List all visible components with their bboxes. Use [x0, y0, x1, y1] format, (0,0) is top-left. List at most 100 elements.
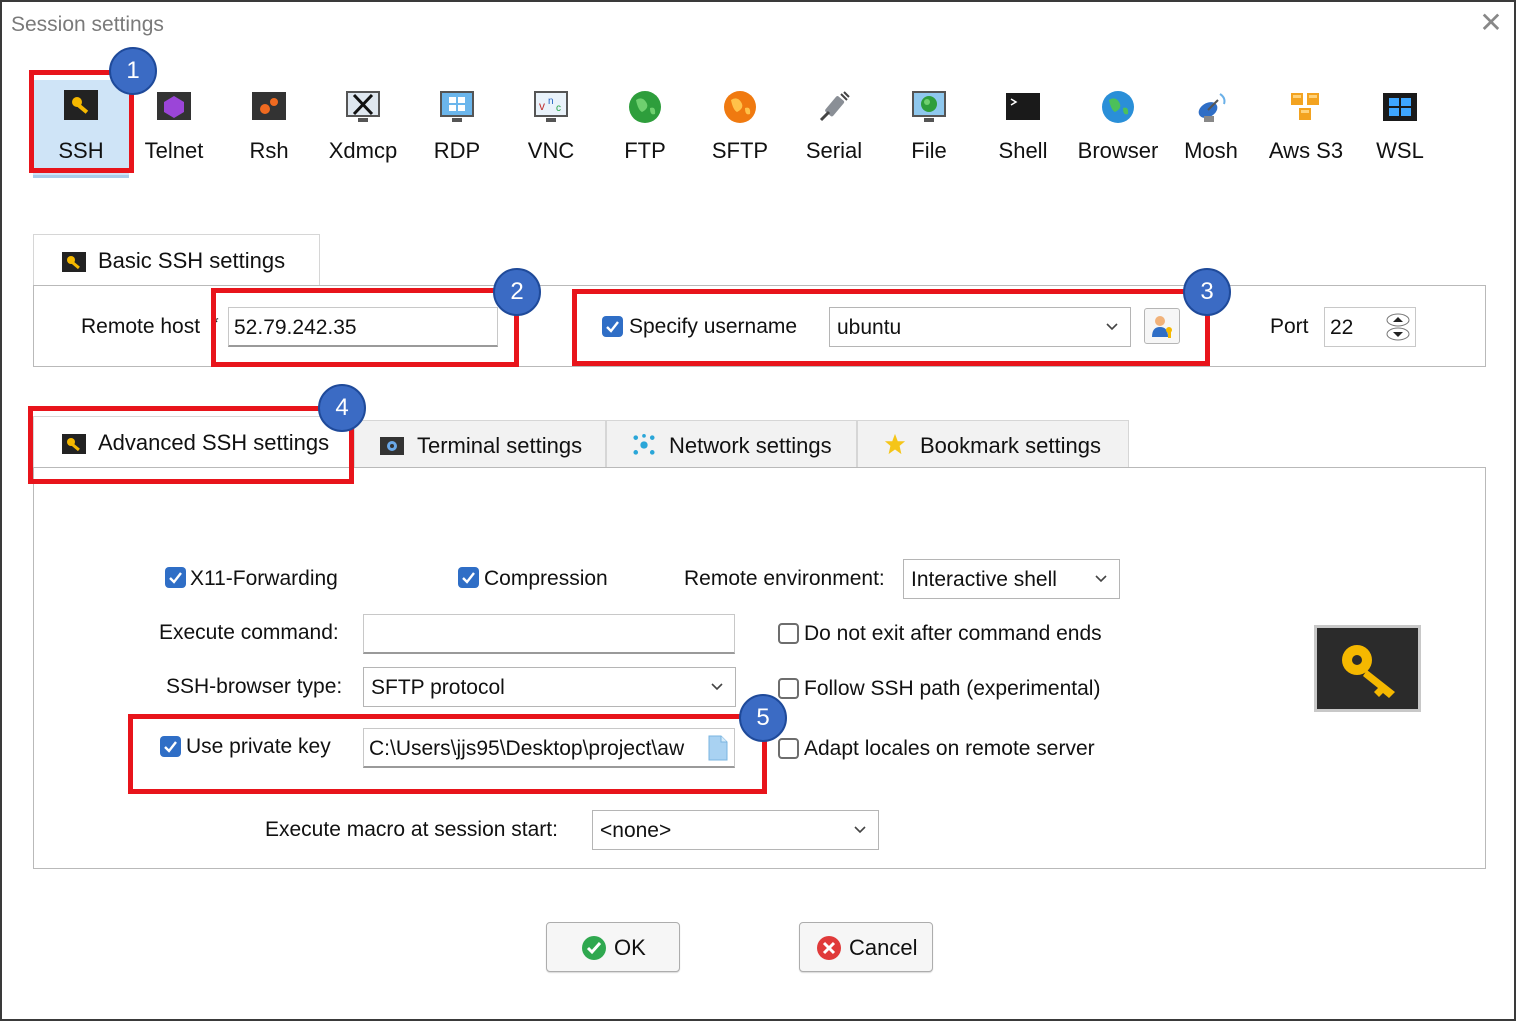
- mosh-satellite-icon: [1198, 93, 1226, 122]
- tab-bookmark-settings[interactable]: Bookmark settings: [857, 420, 1129, 468]
- remote-environment-label: Remote environment:: [684, 567, 885, 590]
- title-bar: Session settings ✕: [2, 2, 1514, 48]
- browser-globe-icon: [1102, 91, 1134, 123]
- execute-macro-select[interactable]: <none>: [592, 810, 879, 850]
- cancel-button-label: Cancel: [849, 935, 918, 960]
- session-type-label: SFTP: [711, 138, 769, 163]
- cancel-circle-icon: [817, 936, 841, 960]
- ssh-key-illustration: [1314, 625, 1421, 712]
- session-type-rdp[interactable]: RDP: [409, 80, 505, 178]
- wrench-key-icon: [62, 252, 86, 272]
- wrench-key-icon: [62, 434, 86, 454]
- session-type-shell[interactable]: Shell: [975, 80, 1071, 178]
- private-key-path-input[interactable]: C:\Users\jjs95\Desktop\project\aw: [363, 728, 735, 768]
- spin-arrows-icon[interactable]: [1385, 311, 1411, 343]
- file-monitor-icon: [912, 91, 946, 122]
- follow-ssh-path-label: Follow SSH path (experimental): [804, 677, 1101, 700]
- username-combobox[interactable]: ubuntu: [829, 307, 1131, 347]
- session-type-label: FTP: [624, 138, 666, 163]
- port-label: Port: [1270, 315, 1309, 338]
- tab-terminal-settings[interactable]: Terminal settings: [354, 420, 606, 468]
- session-type-serial[interactable]: Serial: [786, 80, 882, 178]
- user-manager-button[interactable]: [1144, 308, 1180, 344]
- port-spinbox[interactable]: 22: [1324, 307, 1416, 347]
- shell-terminal-icon: [1006, 93, 1040, 120]
- close-icon[interactable]: ✕: [1478, 9, 1504, 37]
- session-type-telnet[interactable]: Telnet: [126, 80, 222, 178]
- x11-forwarding-checkbox[interactable]: [165, 567, 186, 588]
- ssh-browser-type-select[interactable]: SFTP protocol: [363, 667, 736, 707]
- specify-username-checkbox[interactable]: [602, 316, 623, 337]
- use-private-key-checkbox[interactable]: [160, 736, 181, 757]
- compression-label: Compression: [484, 567, 608, 590]
- terminal-gear-icon: [380, 437, 404, 455]
- ssh-browser-type-value: SFTP protocol: [371, 676, 505, 699]
- large-key-icon: [1342, 645, 1395, 698]
- check-circle-icon: [582, 936, 606, 960]
- private-key-path-value: C:\Users\jjs95\Desktop\project\aw: [369, 737, 685, 760]
- network-nodes-icon: [633, 434, 655, 455]
- session-type-xdmcp[interactable]: Xdmcp: [315, 80, 411, 178]
- session-type-bar: SSH Telnet Rsh Xdmcp RDP vnc VNC FTP SFT: [2, 62, 1514, 182]
- compression-checkbox[interactable]: [458, 567, 479, 588]
- tab-label: Bookmark settings: [920, 433, 1101, 458]
- advanced-settings-panel: [33, 467, 1486, 869]
- ok-button-label: OK: [614, 935, 646, 960]
- session-type-rsh[interactable]: Rsh: [221, 80, 317, 178]
- session-type-aws-s3[interactable]: Aws S3: [1258, 80, 1354, 178]
- session-type-label: VNC: [527, 138, 575, 163]
- tab-label: Advanced SSH settings: [98, 430, 330, 455]
- serial-plug-icon: [819, 91, 850, 122]
- execute-command-label: Execute command:: [159, 621, 339, 644]
- tab-basic-ssh-settings[interactable]: Basic SSH settings: [33, 234, 320, 286]
- ftp-globe-icon: [629, 91, 661, 123]
- remote-environment-select[interactable]: Interactive shell: [903, 559, 1120, 599]
- session-type-label: Mosh: [1184, 138, 1238, 163]
- svg-text:c: c: [556, 103, 561, 114]
- session-type-mosh[interactable]: Mosh: [1163, 80, 1259, 178]
- svg-text:v: v: [539, 99, 545, 113]
- star-icon: [884, 433, 906, 455]
- tab-label: Terminal settings: [417, 433, 583, 458]
- ok-button[interactable]: OK: [546, 922, 680, 972]
- checkmark-icon: [169, 572, 182, 584]
- vnc-icon: v nc: [534, 91, 568, 122]
- remote-host-label: Remote host: [81, 315, 201, 338]
- tab-network-settings[interactable]: Network settings: [606, 420, 857, 468]
- rdp-icon: [440, 91, 474, 122]
- session-type-browser[interactable]: Browser: [1070, 80, 1166, 178]
- cancel-button[interactable]: Cancel: [799, 922, 933, 972]
- checkmark-icon: [164, 741, 177, 753]
- session-type-label: Rsh: [249, 138, 289, 163]
- aws-s3-cubes-icon: [1291, 93, 1319, 120]
- tab-label: Network settings: [669, 433, 832, 458]
- session-type-label: Serial: [805, 138, 863, 163]
- session-type-vnc[interactable]: vnc VNC: [503, 80, 599, 178]
- do-not-exit-label: Do not exit after command ends: [804, 622, 1102, 645]
- session-type-sftp[interactable]: SFTP: [692, 80, 788, 178]
- tab-advanced-ssh-settings[interactable]: Advanced SSH settings: [33, 416, 354, 470]
- xdmcp-icon: [346, 91, 380, 122]
- session-type-file[interactable]: File: [881, 80, 977, 178]
- session-type-label: Xdmcp: [328, 138, 398, 163]
- remote-host-input[interactable]: 52.79.242.35: [228, 307, 498, 347]
- session-type-label: Telnet: [144, 138, 204, 163]
- chevron-down-icon: [1095, 575, 1107, 583]
- follow-ssh-path-checkbox[interactable]: [778, 678, 799, 699]
- do-not-exit-checkbox[interactable]: [778, 623, 799, 644]
- required-asterisk: *: [212, 313, 219, 332]
- ssh-key-icon: [64, 90, 98, 120]
- ssh-browser-type-label: SSH-browser type:: [166, 675, 343, 698]
- session-type-label: RDP: [433, 138, 481, 163]
- file-browse-icon[interactable]: [708, 735, 728, 761]
- svg-text:n: n: [548, 96, 554, 107]
- adapt-locales-checkbox[interactable]: [778, 738, 799, 759]
- tab-label: Basic SSH settings: [98, 248, 286, 273]
- checkmark-icon: [462, 572, 475, 584]
- execute-command-input[interactable]: [363, 614, 735, 654]
- session-type-wsl[interactable]: WSL: [1352, 80, 1448, 178]
- session-type-label: Aws S3: [1268, 138, 1344, 163]
- port-value: 22: [1330, 316, 1354, 339]
- session-type-ssh[interactable]: SSH: [33, 80, 129, 178]
- session-type-ftp[interactable]: FTP: [597, 80, 693, 178]
